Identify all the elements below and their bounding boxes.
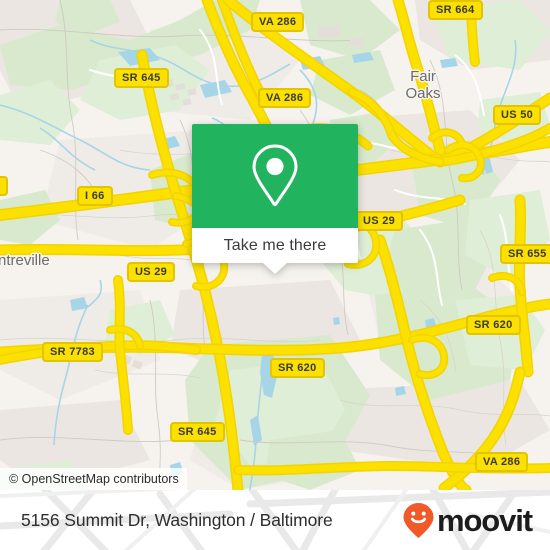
map-pin-icon bbox=[252, 144, 298, 207]
osm-attribution: © OpenStreetMap contributors bbox=[0, 468, 187, 490]
shield-sr-664: SR 664 bbox=[428, 0, 483, 20]
shield-va-286-s: VA 286 bbox=[258, 88, 312, 108]
shield-va-286-east: VA 286 bbox=[475, 452, 529, 472]
callout-icon-panel bbox=[192, 124, 358, 228]
place-label-fair-oaks: Fair Oaks bbox=[405, 68, 441, 102]
shield-edge-west bbox=[0, 176, 8, 196]
take-me-there-label: Take me there bbox=[223, 236, 327, 254]
map-canvas[interactable]: .park { fill:#d8e9cd; } .park2 { fill:#d… bbox=[0, 0, 550, 490]
shield-va-286-n: VA 286 bbox=[251, 12, 305, 32]
moovit-map-screenshot: .park { fill:#d8e9cd; } .park2 { fill:#d… bbox=[0, 0, 550, 550]
moovit-logo[interactable]: moovit bbox=[402, 490, 533, 550]
callout-action-panel[interactable]: Take me there bbox=[192, 228, 358, 274]
place-label-centreville: ntreville bbox=[0, 252, 50, 269]
shield-i-66: I 66 bbox=[77, 186, 113, 206]
moovit-smiley-pin-icon bbox=[403, 502, 434, 538]
shield-sr-645-n: SR 645 bbox=[114, 68, 169, 88]
shield-us-29-east: US 29 bbox=[355, 211, 404, 231]
footer-bar: 5156 Summit Dr, Washington / Baltimore m… bbox=[0, 490, 550, 550]
shield-sr-620-east: SR 620 bbox=[466, 315, 521, 335]
callout-pointer-tail bbox=[263, 263, 287, 274]
shield-us-50: US 50 bbox=[493, 105, 542, 125]
destination-callout[interactable]: Take me there bbox=[192, 124, 358, 274]
address-label: 5156 Summit Dr, Washington / Baltimore bbox=[21, 510, 333, 530]
shield-us-29-west: US 29 bbox=[127, 262, 176, 282]
shield-sr-655: SR 655 bbox=[500, 244, 550, 264]
moovit-wordmark: moovit bbox=[436, 502, 533, 538]
shield-sr-645-south: SR 645 bbox=[170, 422, 225, 442]
shield-sr-7783: SR 7783 bbox=[42, 342, 103, 362]
shield-sr-620-south: SR 620 bbox=[270, 358, 325, 378]
